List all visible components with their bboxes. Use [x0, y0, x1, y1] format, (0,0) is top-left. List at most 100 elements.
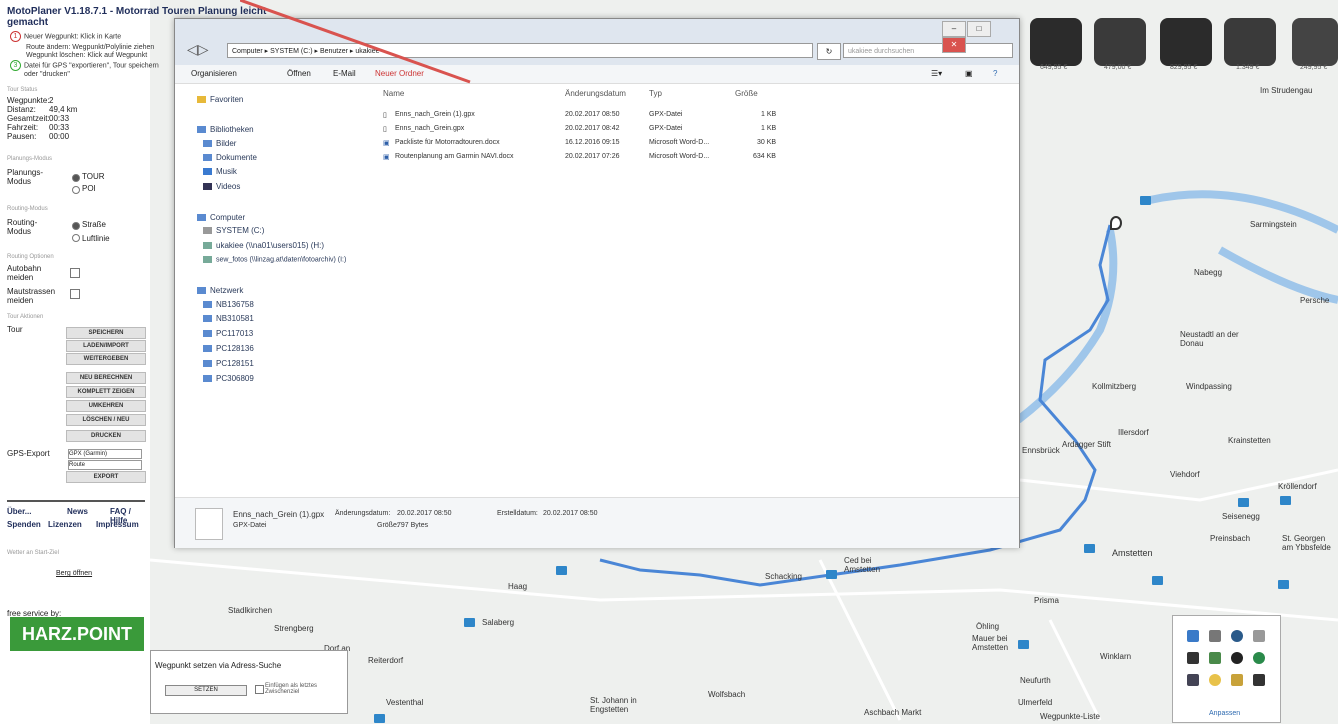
tour-label: Tour [7, 325, 23, 334]
gps-format-select[interactable]: GPX (Garmin) [68, 449, 142, 459]
column-date[interactable]: Änderungsdatum [565, 89, 626, 98]
gps-export-label: GPS-Export [7, 449, 50, 458]
export-button[interactable]: EXPORT [66, 471, 146, 483]
delete-new-button[interactable]: LÖSCHEN / NEU [66, 414, 146, 426]
refresh-icon[interactable]: ↻ [817, 43, 841, 60]
weather-link[interactable]: Berg öffnen [56, 569, 92, 578]
waypoint-list-label[interactable]: Wegpunkte-Liste [1040, 712, 1100, 721]
ad-product-image[interactable] [1292, 18, 1338, 66]
view-icon[interactable]: ☰▾ [931, 69, 942, 78]
customize-link[interactable]: Anpassen [1209, 710, 1240, 717]
nav-network-pc[interactable]: NB136758 [203, 300, 254, 309]
poi-category-icon[interactable] [1209, 630, 1221, 642]
gps-type-select[interactable]: Route [68, 460, 142, 470]
preview-pane-icon[interactable]: ▣ [965, 69, 973, 78]
nav-library-item[interactable]: Dokumente [203, 153, 257, 162]
append-last-checkbox[interactable] [255, 685, 264, 694]
avoid-toll-checkbox[interactable] [70, 289, 80, 299]
map-marker[interactable] [464, 618, 475, 627]
nav-library-item[interactable]: Bilder [203, 139, 236, 148]
nav-favorites[interactable]: Favoriten [197, 95, 243, 104]
map-marker[interactable] [1280, 496, 1291, 505]
map-marker[interactable] [1084, 544, 1095, 553]
nav-network-pc[interactable]: PC128151 [203, 359, 254, 368]
ad-product-image[interactable] [1224, 18, 1276, 66]
show-all-button[interactable]: KOMPLETT ZEIGEN [66, 386, 146, 398]
planning-poi-radio[interactable] [72, 186, 80, 194]
poi-category-icon[interactable] [1231, 630, 1243, 642]
maximize-button[interactable]: □ [967, 21, 991, 37]
nav-library-item[interactable]: Videos [203, 182, 240, 191]
map-place: Ardagger Stift [1062, 440, 1111, 449]
poi-category-icon[interactable] [1187, 674, 1199, 686]
nav-network-pc[interactable]: PC128136 [203, 344, 254, 353]
poi-category-icon[interactable] [1209, 674, 1221, 686]
column-type[interactable]: Typ [649, 89, 662, 98]
back-forward-icon[interactable]: ◁▷ [187, 41, 215, 57]
ad-product-image[interactable] [1030, 18, 1082, 66]
file-open-dialog: ◁▷ Computer ▸ SYSTEM (C:) ▸ Benutzer ▸ u… [174, 18, 1020, 548]
map-marker[interactable] [1278, 580, 1289, 589]
column-name[interactable]: Name [383, 89, 404, 98]
map-place: Viehdorf [1170, 470, 1200, 479]
link-news[interactable]: News [67, 507, 88, 516]
documents-icon [203, 154, 212, 162]
poi-category-icon[interactable] [1253, 652, 1265, 664]
poi-category-icon[interactable] [1187, 652, 1199, 664]
poi-category-icon[interactable] [1253, 674, 1265, 686]
nav-network[interactable]: Netzwerk [197, 286, 243, 295]
load-import-button[interactable]: LADEN/IMPORT [66, 340, 146, 352]
map-marker[interactable] [1018, 640, 1029, 649]
nav-drive[interactable]: ukakiee (\\na01\users015) (H:) [203, 241, 324, 250]
map-marker[interactable] [826, 570, 837, 579]
close-button[interactable]: ✕ [942, 37, 966, 53]
routing-air-radio[interactable] [72, 234, 80, 242]
poi-category-icon[interactable] [1209, 652, 1221, 664]
map-marker[interactable] [1140, 196, 1151, 205]
poi-category-icon[interactable] [1231, 652, 1243, 664]
poi-category-icon[interactable] [1231, 674, 1243, 686]
nav-computer[interactable]: Computer [197, 213, 245, 222]
minimize-button[interactable]: – [942, 21, 966, 37]
ad-product-image[interactable] [1094, 18, 1146, 66]
column-size[interactable]: Größe [735, 89, 758, 98]
nav-drive[interactable]: SYSTEM (C:) [203, 226, 264, 235]
ad-product-image[interactable] [1160, 18, 1212, 66]
harzpoint-logo[interactable]: HARZ.POINT [10, 617, 144, 651]
waypoint-pin-icon[interactable] [1110, 216, 1122, 230]
word-file-icon: ▣ [383, 154, 390, 161]
nav-network-pc[interactable]: NB310581 [203, 314, 254, 323]
section-label: Tour Status [7, 87, 38, 93]
reverse-button[interactable]: UMKEHREN [66, 400, 146, 412]
link-about[interactable]: Über... [7, 507, 31, 516]
planning-tour-radio[interactable] [72, 174, 80, 182]
organize-button[interactable]: Organisieren [191, 69, 237, 78]
avoid-highway-checkbox[interactable] [70, 268, 80, 278]
link-licenses[interactable]: Lizenzen [48, 520, 82, 529]
save-button[interactable]: SPEICHERN [66, 327, 146, 339]
nav-library-item[interactable]: Musik [203, 167, 237, 176]
poi-category-icon[interactable] [1253, 630, 1265, 642]
search-input[interactable]: ukakiee durchsuchen [843, 43, 1013, 58]
share-button[interactable]: WEITERGEBEN [66, 353, 146, 365]
recalculate-button[interactable]: NEU BERECHNEN [66, 372, 146, 384]
nav-drive[interactable]: sew_fotos (\\linzag.at\daten\fotoarchiv)… [203, 256, 346, 263]
map-marker[interactable] [1238, 498, 1249, 507]
print-button[interactable]: DRUCKEN [66, 430, 146, 442]
planning-poi-label: POI [82, 184, 96, 193]
routing-road-radio[interactable] [72, 222, 80, 230]
help-icon[interactable]: ? [993, 69, 997, 78]
map-marker[interactable] [556, 566, 567, 575]
map-place: Neustadtl an der Donau [1180, 330, 1239, 348]
link-donate[interactable]: Spenden [7, 520, 41, 529]
map-place: Prisma [1034, 596, 1059, 605]
poi-category-icon[interactable] [1187, 630, 1199, 642]
set-waypoint-button[interactable]: SETZEN [165, 685, 247, 696]
nav-libraries[interactable]: Bibliotheken [197, 125, 254, 134]
link-imprint[interactable]: Impressum [96, 520, 139, 529]
nav-network-pc[interactable]: PC117013 [203, 329, 253, 338]
map-place: Windpassing [1186, 382, 1232, 391]
map-marker[interactable] [1152, 576, 1163, 585]
map-marker[interactable] [374, 714, 385, 723]
nav-network-pc[interactable]: PC306809 [203, 374, 254, 383]
